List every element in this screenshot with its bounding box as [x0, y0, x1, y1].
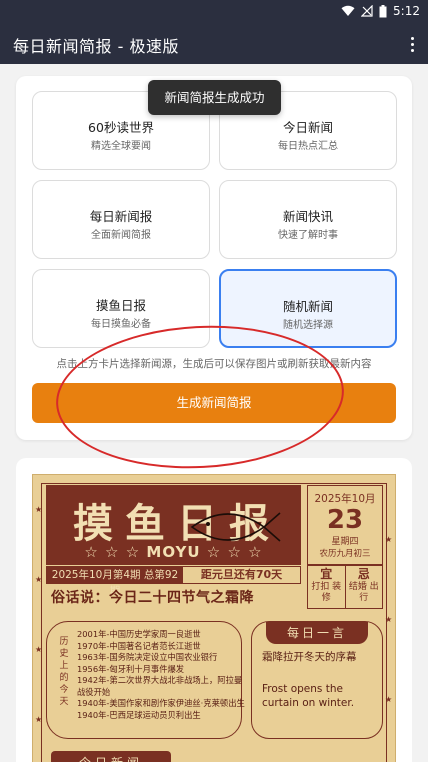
star-icon: ★ [385, 695, 393, 704]
status-time: 5:12 [393, 4, 420, 18]
card-subtitle: 全面新闻简报 [91, 230, 151, 241]
card-title: 摸鱼日报 [95, 298, 146, 313]
history-item: 1963年-国务院决定设立中国农业银行 [77, 652, 218, 662]
star-icon: ★ [35, 505, 43, 514]
status-bar: 5:12 [0, 0, 428, 24]
star-icon: ★ [35, 575, 43, 584]
today-news-header: 今日新闻 [51, 751, 171, 762]
yi-section: 宜打扣 装修 [308, 566, 346, 608]
history-item: 1940年-巴西足球运动员贝利出生 [77, 709, 201, 720]
card-subtitle: 快速了解时事 [278, 230, 338, 241]
card-title: 新闻快讯 [282, 209, 333, 224]
card-title: 60秒读世界 [88, 120, 154, 135]
history-box: 历史上的今天 2001年-中国历史学家周一良逝世 1970年-中国著名记者范长江… [46, 621, 245, 739]
issue-bar: 2025年10月第4期 总第92期 距元旦还有70天 [46, 566, 301, 597]
card-subtitle: 每日摸鱼必备 [91, 319, 151, 330]
masthead-subtitle: ☆ ☆ ☆ MOYU ☆ ☆ ☆ [84, 543, 263, 561]
card-title: 今日新闻 [282, 120, 333, 135]
more-options-icon[interactable] [408, 32, 416, 56]
yi-ji-box: 宜打扣 装修 忌结婚 出行 [307, 565, 383, 609]
hint-text: 点击上方卡片选择新闻源，生成后可以保存图片或刷新获取最新内容 [56, 358, 372, 370]
card-title: 每日新闻报 [89, 209, 153, 224]
app-title: 每日新闻简报 - 极速版 [13, 37, 179, 56]
source-card-news-flash[interactable]: 新闻快讯 快速了解时事 [219, 180, 397, 259]
signal-icon [361, 5, 373, 17]
newspaper-image[interactable]: 摸鱼日报 ☆ ☆ ☆ MOYU ☆ ☆ ☆ 2025年10月 23 星期四 农历… [32, 474, 396, 762]
history-item: 1940年-美国作家和剧作家伊迪丝·克莱顿出生 [77, 698, 245, 708]
star-icon: ★ [35, 645, 43, 654]
card-title: 随机新闻 [282, 299, 333, 314]
issue-number: 2025年10月第4期 总第92期 [47, 567, 183, 597]
lunar-date: 农历九月初三 [319, 549, 371, 559]
saying: 俗话说：今日二十四节气之霜降 [51, 590, 254, 606]
ji-section: 忌结婚 出行 [346, 566, 383, 608]
year-month: 2025年10月 [314, 493, 376, 505]
daily-quote-zh: 霜降拉开冬天的序幕 [262, 651, 357, 663]
ji-label: 忌 [357, 567, 370, 581]
star-icon: ★ [385, 615, 393, 624]
daily-quote-box: 每日一言 霜降拉开冬天的序幕 Frost opens the curtain o… [251, 621, 383, 739]
history-item: 2001年-中国历史学家周一良逝世 [77, 629, 201, 639]
history-item: 1970年-中国著名记者范长江逝世 [77, 640, 201, 651]
source-card-daily-news[interactable]: 每日新闻报 全面新闻简报 [32, 180, 210, 259]
history-item: 1956年-匈牙利十月事件爆发 [77, 663, 185, 674]
history-label: 历史上的今天 [59, 637, 69, 707]
app-bar: 每日新闻简报 - 极速版 [0, 24, 428, 64]
success-toast: 新闻简报生成成功 [148, 80, 281, 115]
history-item: 1942年-第二次世界大战北非战场上，阿拉曼战役开始 [77, 675, 243, 697]
card-subtitle: 随机选择源 [283, 320, 333, 331]
day-number: 23 [326, 505, 364, 535]
source-card-random-news[interactable]: 随机新闻 随机选择源 [219, 269, 397, 348]
countdown: 距元旦还有70天 [200, 568, 283, 581]
card-subtitle: 精选全球要闻 [91, 141, 151, 152]
ji-text: 结婚 出行 [348, 582, 379, 603]
source-card-moyu-daily[interactable]: 摸鱼日报 每日摸鱼必备 [32, 269, 210, 348]
history-list: 2001年-中国历史学家周一良逝世 1970年-中国著名记者范长江逝世 1963… [77, 629, 249, 721]
weekday: 星期四 [331, 537, 359, 547]
card-subtitle: 每日热点汇总 [278, 141, 338, 152]
daily-quote-en: Frost opens the curtain on winter. [262, 683, 355, 709]
wifi-icon [341, 5, 355, 16]
daily-quote-header: 每日一言 [266, 622, 368, 644]
yi-label: 宜 [320, 567, 333, 581]
masthead: 摸鱼日报 ☆ ☆ ☆ MOYU ☆ ☆ ☆ [46, 485, 301, 565]
star-icon: ★ [385, 535, 393, 544]
battery-icon [379, 4, 387, 17]
generate-briefing-button[interactable]: 生成新闻简报 [32, 383, 396, 423]
yi-text: 打扣 装修 [311, 582, 342, 603]
date-box: 2025年10月 23 星期四 农历九月初三 [307, 485, 383, 565]
star-icon: ★ [35, 715, 43, 724]
